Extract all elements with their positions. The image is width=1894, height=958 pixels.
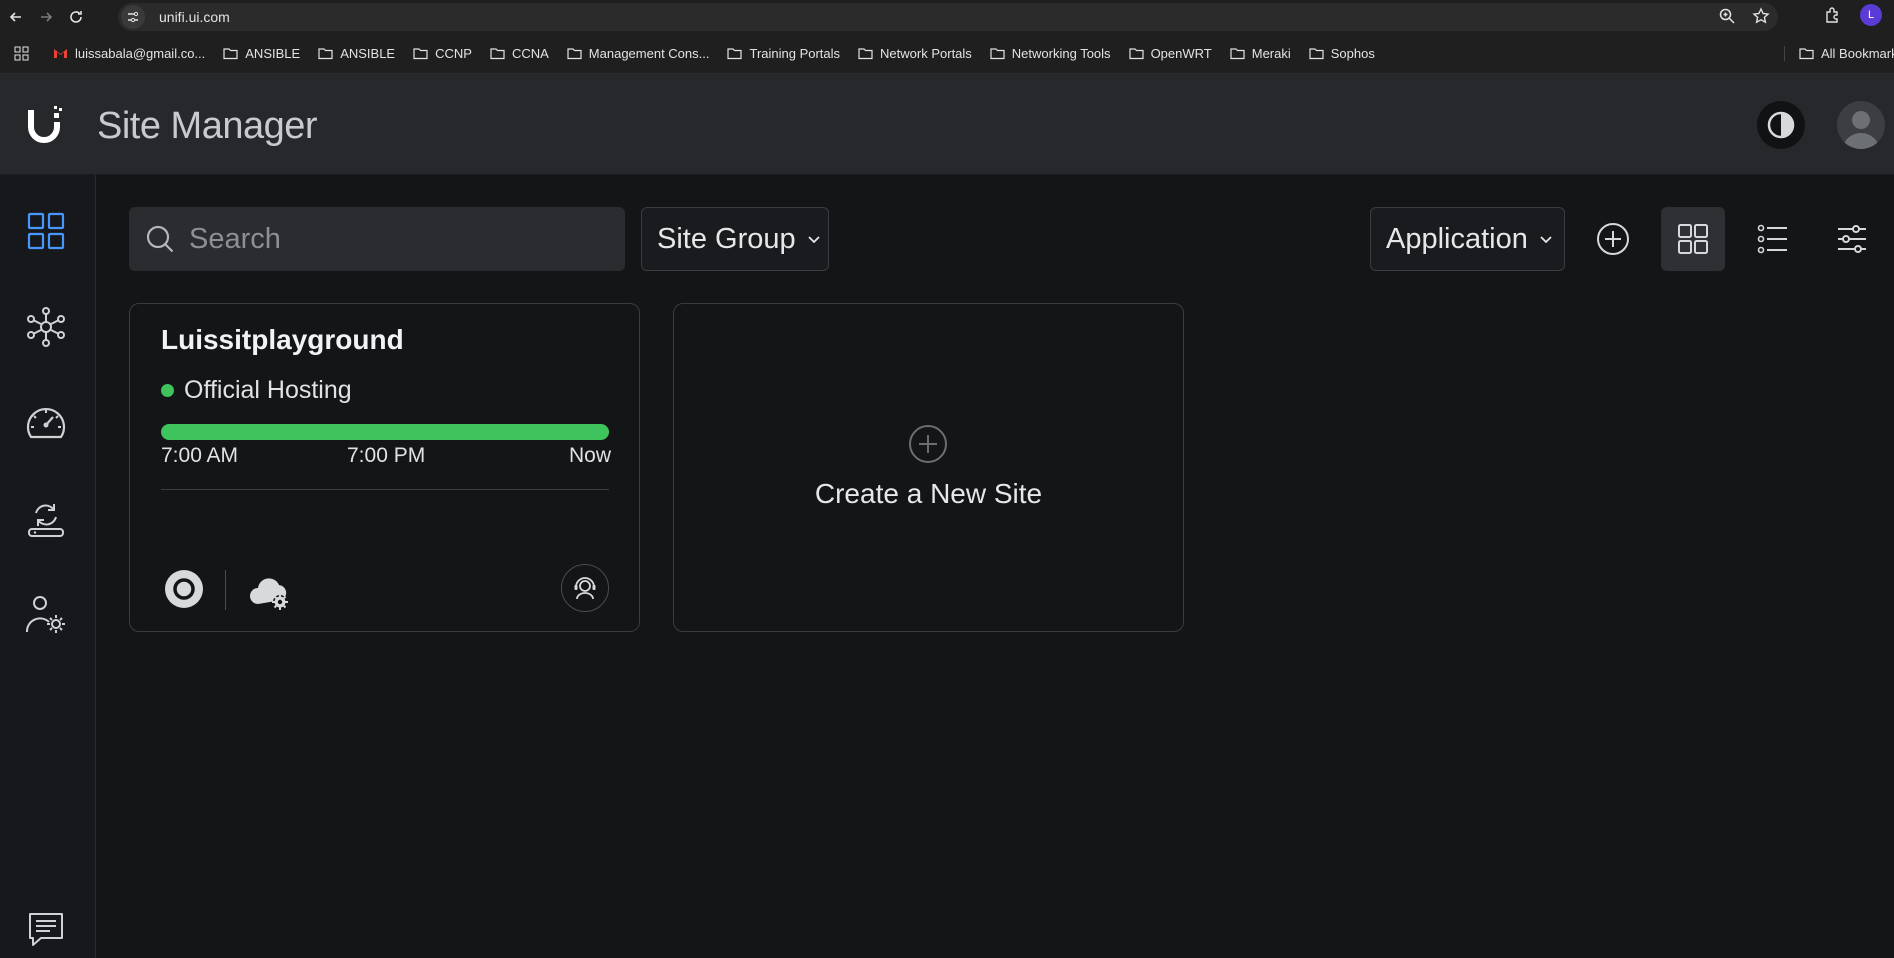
bookmark-folder[interactable]: Meraki xyxy=(1230,46,1291,61)
site-group-label: Site Group xyxy=(657,222,796,255)
search-box[interactable] xyxy=(129,207,625,271)
user-icon xyxy=(1843,111,1879,149)
all-bookmarks[interactable]: All Bookmarks xyxy=(1784,46,1894,61)
folder-icon xyxy=(413,48,428,60)
uptime-bar xyxy=(161,424,609,440)
topology-icon xyxy=(27,307,65,347)
plus-circle-icon xyxy=(909,425,947,463)
bookmark-folder[interactable]: Training Portals xyxy=(727,46,840,61)
folder-icon xyxy=(567,48,582,60)
application-label: Application xyxy=(1386,222,1528,255)
bookmark-folder[interactable]: ANSIBLE xyxy=(318,46,395,61)
add-site-button[interactable] xyxy=(1581,207,1645,271)
arrow-left-icon xyxy=(9,12,21,22)
page-title: Site Manager xyxy=(97,105,318,147)
bookmark-folder[interactable]: CCNA xyxy=(490,46,549,61)
bookmark-folder[interactable]: OpenWRT xyxy=(1128,46,1212,61)
card-divider xyxy=(161,489,609,490)
apps-grid-icon xyxy=(14,46,29,61)
bookmark-folder[interactable]: CCNP xyxy=(413,46,472,61)
nav-admins[interactable] xyxy=(24,593,68,637)
backup-sync-icon xyxy=(28,504,64,537)
speedometer-icon xyxy=(26,407,66,439)
uptime-end-time: Now xyxy=(569,444,612,467)
forward-button[interactable] xyxy=(32,3,60,31)
chevron-down-icon xyxy=(1540,236,1552,244)
user-avatar[interactable] xyxy=(1837,101,1885,149)
browser-toolbar: unifi.ui.com L xyxy=(0,0,1894,34)
uptime-bar-fill xyxy=(161,424,609,440)
chevron-down-icon xyxy=(808,236,820,244)
folder-icon xyxy=(318,48,333,60)
side-navigation xyxy=(0,175,96,958)
folder-icon xyxy=(1230,48,1245,60)
folder-icon xyxy=(1799,48,1814,60)
create-site-label: Create a New Site xyxy=(814,478,1043,509)
nav-topology[interactable] xyxy=(24,305,68,349)
grid-view-button[interactable] xyxy=(1661,207,1725,271)
bookmark-star-icon[interactable] xyxy=(1752,7,1770,25)
folder-icon xyxy=(1128,48,1144,60)
list-view-button[interactable] xyxy=(1741,207,1805,271)
footer-separator xyxy=(225,570,226,610)
support-agent-icon xyxy=(574,577,596,600)
bookmark-folder[interactable]: Sophos xyxy=(1309,46,1375,61)
support-button[interactable] xyxy=(561,564,609,612)
back-button[interactable] xyxy=(2,3,30,31)
online-status-dot xyxy=(161,384,174,397)
ubiquiti-logo-icon[interactable] xyxy=(28,104,64,144)
url-text[interactable]: unifi.ui.com xyxy=(159,9,230,25)
feedback-icon xyxy=(29,913,63,946)
hosting-status: Official Hosting xyxy=(161,376,352,405)
app-header: Site Manager xyxy=(0,74,1894,175)
filter-settings-button[interactable] xyxy=(1820,207,1884,271)
application-dropdown[interactable]: Application xyxy=(1370,207,1565,271)
uptime-start-time: 7:00 AM xyxy=(161,444,239,467)
gmail-icon xyxy=(54,49,67,58)
arrow-right-icon xyxy=(41,12,53,22)
list-view-icon xyxy=(1757,224,1787,254)
uptime-mid-time: 7:00 PM xyxy=(347,444,426,467)
grid-view-icon xyxy=(1678,224,1708,254)
folder-icon xyxy=(990,48,1005,60)
cloud-settings-icon[interactable] xyxy=(248,572,294,612)
bookmark-folder[interactable]: Management Cons... xyxy=(567,46,709,61)
site-group-dropdown[interactable]: Site Group xyxy=(641,207,829,271)
site-info-icon[interactable] xyxy=(121,5,145,29)
nav-backups[interactable] xyxy=(24,497,68,541)
dashboard-grid-icon xyxy=(27,212,65,250)
contrast-icon xyxy=(1767,111,1795,139)
folder-icon xyxy=(490,48,505,60)
folder-icon xyxy=(858,48,873,60)
search-input[interactable] xyxy=(189,222,609,256)
plus-circle-icon xyxy=(1597,223,1629,255)
feedback-button[interactable] xyxy=(24,907,68,951)
gateway-device-icon[interactable] xyxy=(164,569,204,609)
folder-icon xyxy=(223,48,238,60)
zoom-icon[interactable] xyxy=(1718,7,1736,25)
theme-toggle-button[interactable] xyxy=(1757,101,1805,149)
nav-performance[interactable] xyxy=(24,401,68,445)
address-bar[interactable]: unifi.ui.com xyxy=(118,3,1778,31)
sliders-icon xyxy=(1838,225,1866,253)
search-icon xyxy=(146,225,174,253)
create-site-card[interactable]: Create a New Site xyxy=(673,303,1184,632)
folder-icon xyxy=(727,48,743,60)
apps-button[interactable] xyxy=(14,46,29,61)
reload-icon xyxy=(70,11,82,23)
reload-button[interactable] xyxy=(62,3,90,31)
hosting-label: Official Hosting xyxy=(184,376,352,404)
bookmark-item[interactable]: luissabala@gmail.co... xyxy=(53,46,205,61)
site-name: Luissitplayground xyxy=(161,324,404,355)
bookmark-folder[interactable]: Network Portals xyxy=(858,46,972,61)
nav-dashboard[interactable] xyxy=(24,209,68,253)
site-card[interactable]: Luissitplayground Official Hosting 7:00 … xyxy=(129,303,640,632)
profile-avatar[interactable]: L xyxy=(1860,4,1882,26)
extensions-icon[interactable] xyxy=(1824,6,1842,24)
bookmark-folder[interactable]: ANSIBLE xyxy=(223,46,300,61)
bookmarks-bar: luissabala@gmail.co... ANSIBLE ANSIBLE C… xyxy=(0,34,1894,74)
user-settings-icon xyxy=(25,596,65,633)
folder-icon xyxy=(1309,48,1324,60)
bookmark-folder[interactable]: Networking Tools xyxy=(990,46,1111,61)
